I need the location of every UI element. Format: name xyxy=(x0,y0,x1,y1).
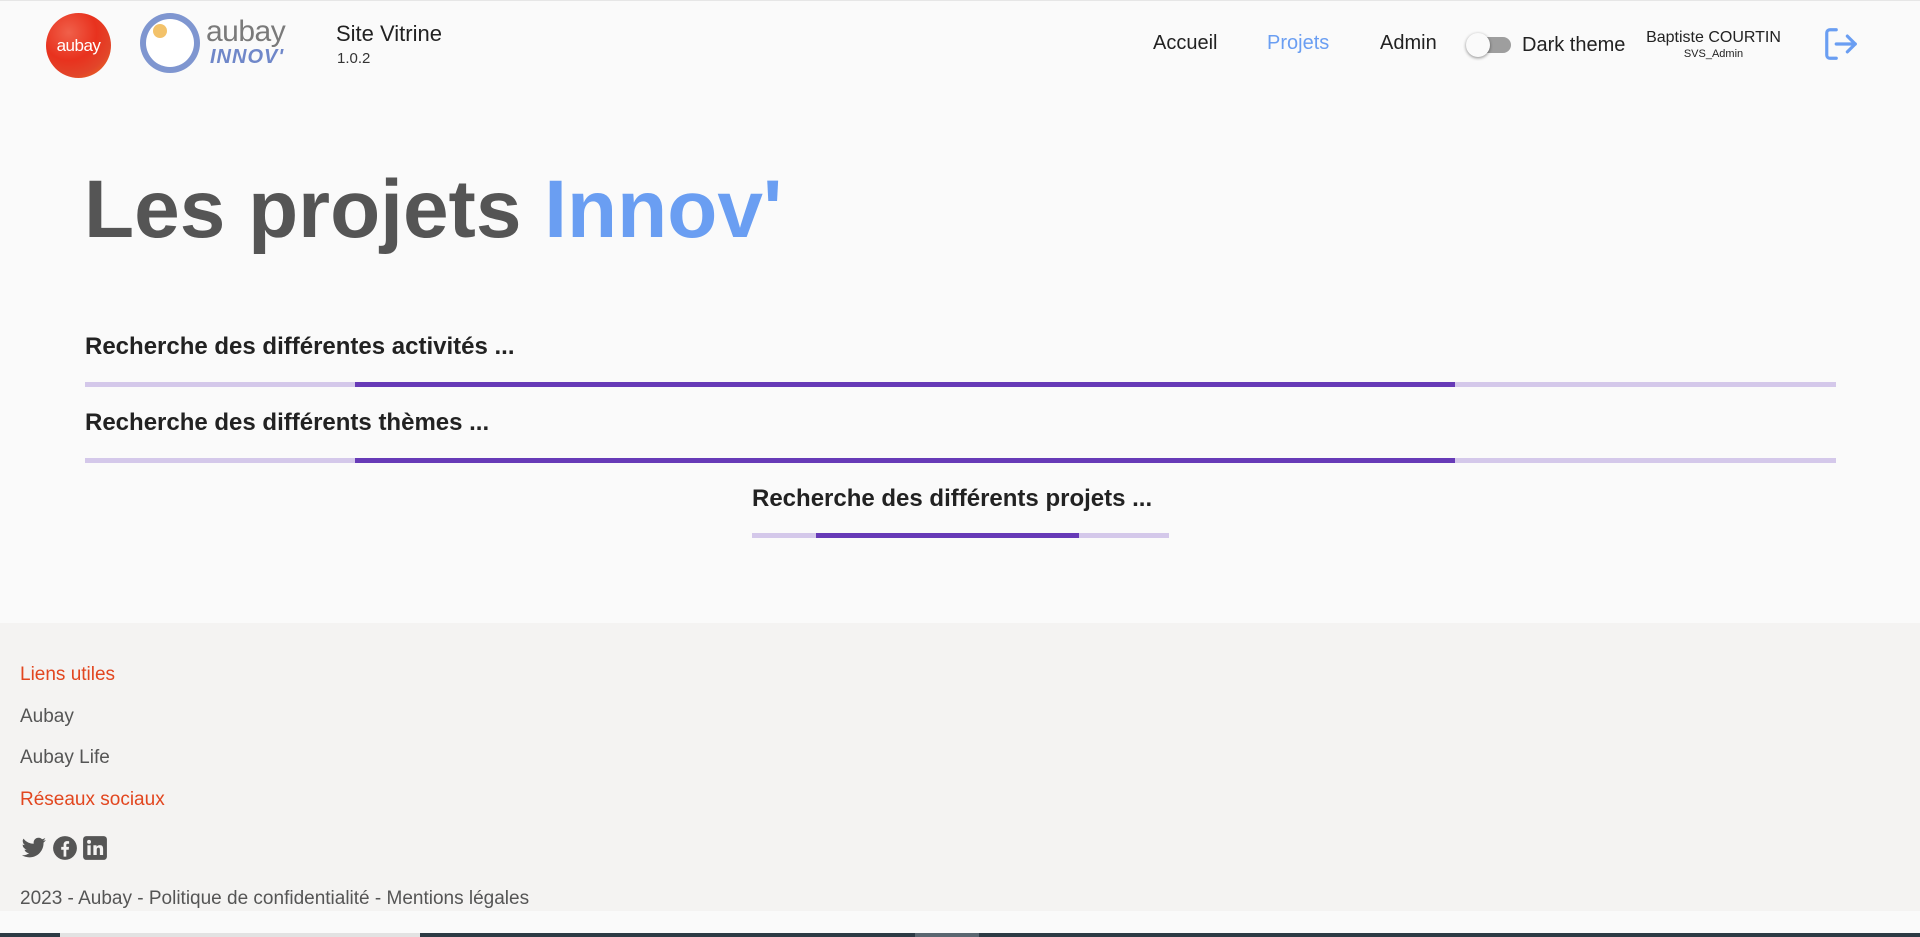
loader-projects-bar xyxy=(752,533,1169,538)
footer-useful-links-heading: Liens utiles xyxy=(20,664,116,685)
footer-legal-text: 2023 - Aubay - Politique de confidential… xyxy=(20,888,530,909)
page-title-main: Les projets xyxy=(84,164,522,255)
twitter-icon[interactable] xyxy=(21,835,47,861)
loader-activities-fill xyxy=(355,382,1455,387)
logout-icon[interactable] xyxy=(1822,25,1860,63)
dark-theme-label: Dark theme xyxy=(1522,34,1626,56)
page-title: Les projets Innov' xyxy=(84,163,782,257)
innov-logo-word: aubay xyxy=(206,15,286,48)
loader-projects-label: Recherche des différents projets ... xyxy=(752,485,1153,512)
loader-themes-fill xyxy=(355,458,1455,463)
loader-themes-label: Recherche des différents thèmes ... xyxy=(85,409,490,436)
loader-themes-bar xyxy=(85,458,1836,463)
footer-social-heading: Réseaux sociaux xyxy=(20,789,165,810)
site-title: Site Vitrine xyxy=(336,21,442,46)
loader-activities-label: Recherche des différentes activités ... xyxy=(85,333,515,360)
facebook-icon[interactable] xyxy=(52,835,78,861)
user-name: Baptiste COURTIN xyxy=(1646,29,1781,46)
toggle-knob xyxy=(1466,33,1490,57)
footer-link-aubay-life[interactable]: Aubay Life xyxy=(20,747,110,769)
footer xyxy=(0,623,1920,911)
loader-activities-bar xyxy=(85,382,1836,387)
lightbulb-icon xyxy=(153,24,167,38)
app-header: aubay aubay INNOV' Site Vitrine 1.0.2 Ac… xyxy=(0,0,1920,90)
aubay-logo[interactable]: aubay xyxy=(46,13,111,78)
taskbar-segment xyxy=(60,933,420,937)
page-title-accent: Innov' xyxy=(544,164,783,255)
innov-head-icon xyxy=(140,13,200,73)
innov-logo-sub: INNOV' xyxy=(210,46,285,68)
taskbar-segment xyxy=(915,933,979,937)
site-version: 1.0.2 xyxy=(337,50,371,67)
user-role: SVS_Admin xyxy=(1683,48,1744,60)
linkedin-icon[interactable] xyxy=(82,835,108,861)
nav-home[interactable]: Accueil xyxy=(1153,32,1217,55)
aubay-innov-logo[interactable]: aubay INNOV' xyxy=(140,13,310,73)
footer-link-aubay[interactable]: Aubay xyxy=(20,706,74,728)
aubay-logo-text: aubay xyxy=(56,35,101,55)
nav-projects[interactable]: Projets xyxy=(1267,32,1329,55)
loader-projects-fill xyxy=(816,533,1079,538)
dark-theme-toggle[interactable] xyxy=(1466,33,1511,57)
nav-admin[interactable]: Admin xyxy=(1380,32,1437,55)
